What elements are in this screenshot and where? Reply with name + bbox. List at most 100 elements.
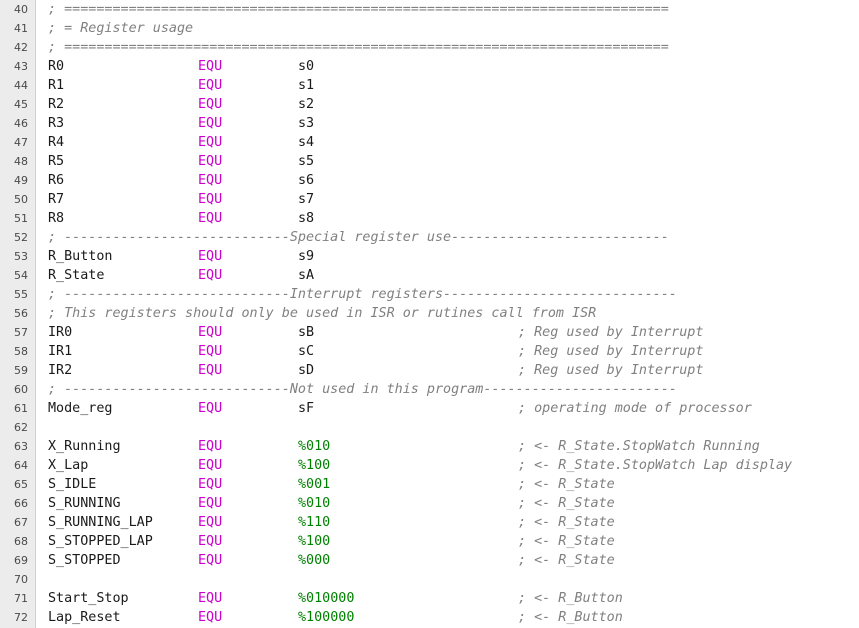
line-number: 70 xyxy=(14,573,28,586)
code-area[interactable]: ; ======================================… xyxy=(36,0,859,628)
inline-comment: ; operating mode of processor xyxy=(518,401,752,416)
equ-keyword: EQU xyxy=(198,154,223,169)
symbol-value: sD xyxy=(298,363,315,378)
code-line[interactable]: ; ----------------------------Not used i… xyxy=(36,380,859,399)
comment-text: ; This registers should only be used in … xyxy=(48,306,597,321)
code-editor[interactable]: 40 41 42 43 44 45 46 47 48 49 50 51 52 53 54 55 56 57 58 59… xyxy=(0,0,859,628)
comment-text: ; ----------------------------Special re… xyxy=(48,230,669,245)
code-line[interactable]: ; ======================================… xyxy=(36,38,859,57)
line-number-gutter[interactable]: 40 41 42 43 44 45 46 47 48 49 50 51 52 53 54 55 56 57 58 59… xyxy=(0,0,36,628)
code-line[interactable]: R2 EQU s2 xyxy=(36,95,859,114)
symbol-value: sC xyxy=(298,344,315,359)
code-line[interactable]: S_RUNNING EQU %010 ; <- R_State xyxy=(36,494,859,513)
symbol-value: sF xyxy=(298,401,315,416)
code-line[interactable]: S_RUNNING_LAP EQU %110 ; <- R_State xyxy=(36,513,859,532)
line-number: 46 xyxy=(14,117,28,130)
symbol-label: IR2 xyxy=(48,363,73,378)
line-number: 57 xyxy=(14,326,28,339)
line-number: 54 xyxy=(14,269,28,282)
code-line[interactable]: R5 EQU s5 xyxy=(36,152,859,171)
inline-comment: ; <- R_State xyxy=(518,496,615,511)
code-line[interactable]: S_IDLE EQU %001 ; <- R_State xyxy=(36,475,859,494)
code-line[interactable]: Start_Stop EQU %010000 ; <- R_Button xyxy=(36,589,859,608)
line-number: 66 xyxy=(14,497,28,510)
inline-comment: ; Reg used by Interrupt xyxy=(518,344,704,359)
comment-text: ; ----------------------------Interrupt … xyxy=(48,287,677,302)
code-line[interactable]: R1 EQU s1 xyxy=(36,76,859,95)
symbol-value: %110 xyxy=(298,515,331,530)
code-line[interactable]: R0 EQU s0 xyxy=(36,57,859,76)
code-line[interactable]: R3 EQU s3 xyxy=(36,114,859,133)
symbol-value: %010 xyxy=(298,496,331,511)
code-line[interactable]: R_State EQU sA xyxy=(36,266,859,285)
line-number: 48 xyxy=(14,155,28,168)
symbol-label: S_IDLE xyxy=(48,477,97,492)
symbol-label: S_STOPPED xyxy=(48,553,121,568)
code-line[interactable]: S_STOPPED EQU %000 ; <- R_State xyxy=(36,551,859,570)
line-number: 51 xyxy=(14,212,28,225)
line-number: 60 xyxy=(14,383,28,396)
code-line[interactable]: R8 EQU s8 xyxy=(36,209,859,228)
equ-keyword: EQU xyxy=(198,515,223,530)
inline-comment: ; Reg used by Interrupt xyxy=(518,325,704,340)
symbol-value: s3 xyxy=(298,116,315,131)
equ-keyword: EQU xyxy=(198,59,223,74)
symbol-label: R3 xyxy=(48,116,65,131)
code-line[interactable]: R6 EQU s6 xyxy=(36,171,859,190)
inline-comment: ; <- R_State.StopWatch Running xyxy=(518,439,760,454)
symbol-label: IR0 xyxy=(48,325,73,340)
code-line[interactable]: ; ======================================… xyxy=(36,0,859,19)
code-line[interactable] xyxy=(36,570,859,589)
code-line[interactable]: ; ----------------------------Special re… xyxy=(36,228,859,247)
symbol-label: R7 xyxy=(48,192,65,207)
symbol-label: X_Lap xyxy=(48,458,89,473)
symbol-value: s5 xyxy=(298,154,315,169)
code-line[interactable]: Mode_reg EQU sF ; operating mode of process… xyxy=(36,399,859,418)
symbol-value: s2 xyxy=(298,97,315,112)
equ-keyword: EQU xyxy=(198,496,223,511)
inline-comment: ; <- R_State xyxy=(518,534,615,549)
code-line[interactable]: Lap_Reset EQU %100000 ; <- R_Button xyxy=(36,608,859,627)
equ-keyword: EQU xyxy=(198,249,223,264)
symbol-value: %010 xyxy=(298,439,331,454)
code-line[interactable] xyxy=(36,418,859,437)
equ-keyword: EQU xyxy=(198,97,223,112)
code-line[interactable]: IR0 EQU sB ; Reg used by Interrupt xyxy=(36,323,859,342)
code-line[interactable]: IR1 EQU sC ; Reg used by Interrupt xyxy=(36,342,859,361)
line-number: 59 xyxy=(14,364,28,377)
symbol-value: s1 xyxy=(298,78,315,93)
symbol-value: sA xyxy=(298,268,315,283)
code-line[interactable]: ; This registers should only be used in … xyxy=(36,304,859,323)
equ-keyword: EQU xyxy=(198,325,223,340)
line-number: 53 xyxy=(14,250,28,263)
symbol-value: s8 xyxy=(298,211,315,226)
comment-text: ; ======================================… xyxy=(48,2,669,17)
code-line[interactable]: IR2 EQU sD ; Reg used by Interrupt xyxy=(36,361,859,380)
inline-comment: ; <- R_Button xyxy=(518,610,623,625)
code-line[interactable]: ; = Register usage xyxy=(36,19,859,38)
inline-comment: ; <- R_State xyxy=(518,477,615,492)
line-number: 64 xyxy=(14,459,28,472)
code-line[interactable]: R_Button EQU s9 xyxy=(36,247,859,266)
line-number: 47 xyxy=(14,136,28,149)
line-number: 40 xyxy=(14,3,28,16)
symbol-label: R2 xyxy=(48,97,65,112)
line-number: 50 xyxy=(14,193,28,206)
code-line[interactable]: R4 EQU s4 xyxy=(36,133,859,152)
symbol-value: %010000 xyxy=(298,591,355,606)
code-line[interactable]: X_Running EQU %010 ; <- R_State.StopWatch R… xyxy=(36,437,859,456)
equ-keyword: EQU xyxy=(198,439,223,454)
symbol-label: Mode_reg xyxy=(48,401,113,416)
inline-comment: ; <- R_State xyxy=(518,515,615,530)
code-line[interactable]: ; ----------------------------Interrupt … xyxy=(36,285,859,304)
symbol-value: %100 xyxy=(298,458,331,473)
code-line[interactable]: R7 EQU s7 xyxy=(36,190,859,209)
comment-text: ; = Register usage xyxy=(48,21,194,36)
symbol-label: S_RUNNING xyxy=(48,496,121,511)
code-line[interactable]: S_STOPPED_LAP EQU %100 ; <- R_State xyxy=(36,532,859,551)
equ-keyword: EQU xyxy=(198,458,223,473)
equ-keyword: EQU xyxy=(198,268,223,283)
code-line[interactable]: X_Lap EQU %100 ; <- R_State.StopWatch Lap d… xyxy=(36,456,859,475)
line-number: 41 xyxy=(14,22,28,35)
inline-comment: ; <- R_Button xyxy=(518,591,623,606)
